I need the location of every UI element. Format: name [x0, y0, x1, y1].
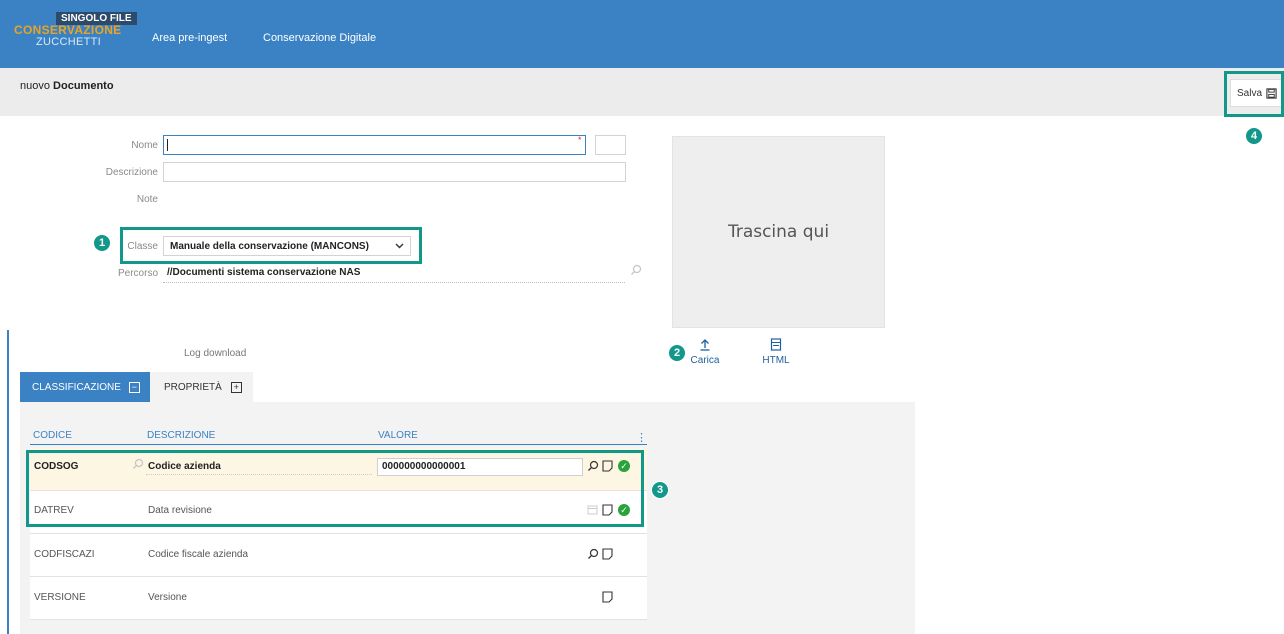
upload-icon: [700, 339, 710, 351]
percorso-label: Percorso: [117, 268, 158, 279]
logo-text-conservazione: CONSERVAZIONE: [14, 23, 122, 37]
html-file-icon: [770, 338, 782, 351]
row-description: Codice fiscale azienda: [148, 549, 249, 560]
tab-proprieta[interactable]: PROPRIETÀ +: [150, 372, 253, 402]
classe-select[interactable]: Manuale della conservazione (MANCONS): [163, 236, 411, 256]
note-icon[interactable]: [602, 548, 613, 560]
logo-text-zucchetti: ZUCCHETTI: [36, 36, 102, 48]
table-row[interactable]: [30, 534, 647, 577]
nav-area-pre-ingest[interactable]: Area pre-ingest: [152, 32, 227, 44]
page-title-prefix: nuovo: [20, 80, 50, 92]
upload-label: Carica: [690, 355, 720, 366]
percorso-underline: [163, 282, 625, 283]
collapse-icon: −: [128, 381, 140, 393]
marker-3: 3: [651, 481, 669, 499]
row-description: Versione: [148, 592, 187, 603]
percorso-value: //Documenti sistema conservazione NAS: [167, 267, 361, 278]
required-asterisk: *: [578, 135, 582, 145]
text-caret: [167, 139, 168, 151]
page-title-main: Documento: [53, 80, 114, 92]
expand-icon: +: [230, 381, 242, 393]
more-options-icon[interactable]: ⋮: [636, 431, 647, 444]
column-header-descrizione: DESCRIZIONE: [147, 430, 216, 441]
page-title: nuovo Documento: [20, 80, 114, 92]
nome-input[interactable]: [163, 135, 586, 155]
nav-conservazione-digitale[interactable]: Conservazione Digitale: [263, 32, 376, 44]
html-label: HTML: [762, 355, 790, 366]
drop-zone[interactable]: Trascina qui: [672, 136, 885, 328]
row-code: CODFISCAZI: [34, 549, 95, 560]
chevron-down-icon: [395, 243, 404, 249]
note-icon[interactable]: [602, 591, 613, 603]
classe-select-value: Manuale della conservazione (MANCONS): [170, 240, 369, 252]
descrizione-label: Descrizione: [105, 167, 158, 178]
left-accent-line: [7, 330, 9, 634]
nome-label: Nome: [131, 140, 158, 151]
note-label: Note: [136, 194, 158, 205]
classe-label: Classe: [127, 241, 158, 252]
column-header-codice: CODICE: [33, 430, 72, 441]
singolo-file-badge: SINGOLO FILE: [56, 12, 137, 25]
marker-1: 1: [93, 234, 111, 252]
highlight-box-rows: [26, 450, 644, 527]
nome-extra-field[interactable]: [595, 135, 626, 155]
descrizione-input[interactable]: [163, 162, 626, 182]
html-button[interactable]: HTML: [751, 338, 801, 366]
table-row[interactable]: [30, 577, 647, 620]
drop-zone-text: Trascina qui: [727, 222, 830, 242]
tab-proprieta-label: PROPRIETÀ: [164, 381, 222, 393]
header-divider: [30, 444, 647, 445]
column-header-valore: VALORE: [378, 430, 418, 441]
marker-4: 4: [1245, 127, 1263, 145]
row-code: VERSIONE: [34, 592, 86, 603]
tab-classificazione[interactable]: CLASSIFICAZIONE −: [20, 372, 150, 402]
upload-button[interactable]: Carica: [680, 338, 730, 366]
tab-classificazione-label: CLASSIFICAZIONE: [32, 381, 121, 393]
highlight-box-save: [1224, 71, 1284, 117]
title-bar: [0, 68, 1284, 116]
percorso-search-icon[interactable]: [630, 264, 642, 276]
log-download-link[interactable]: Log download: [184, 348, 246, 359]
search-icon[interactable]: [587, 548, 599, 560]
